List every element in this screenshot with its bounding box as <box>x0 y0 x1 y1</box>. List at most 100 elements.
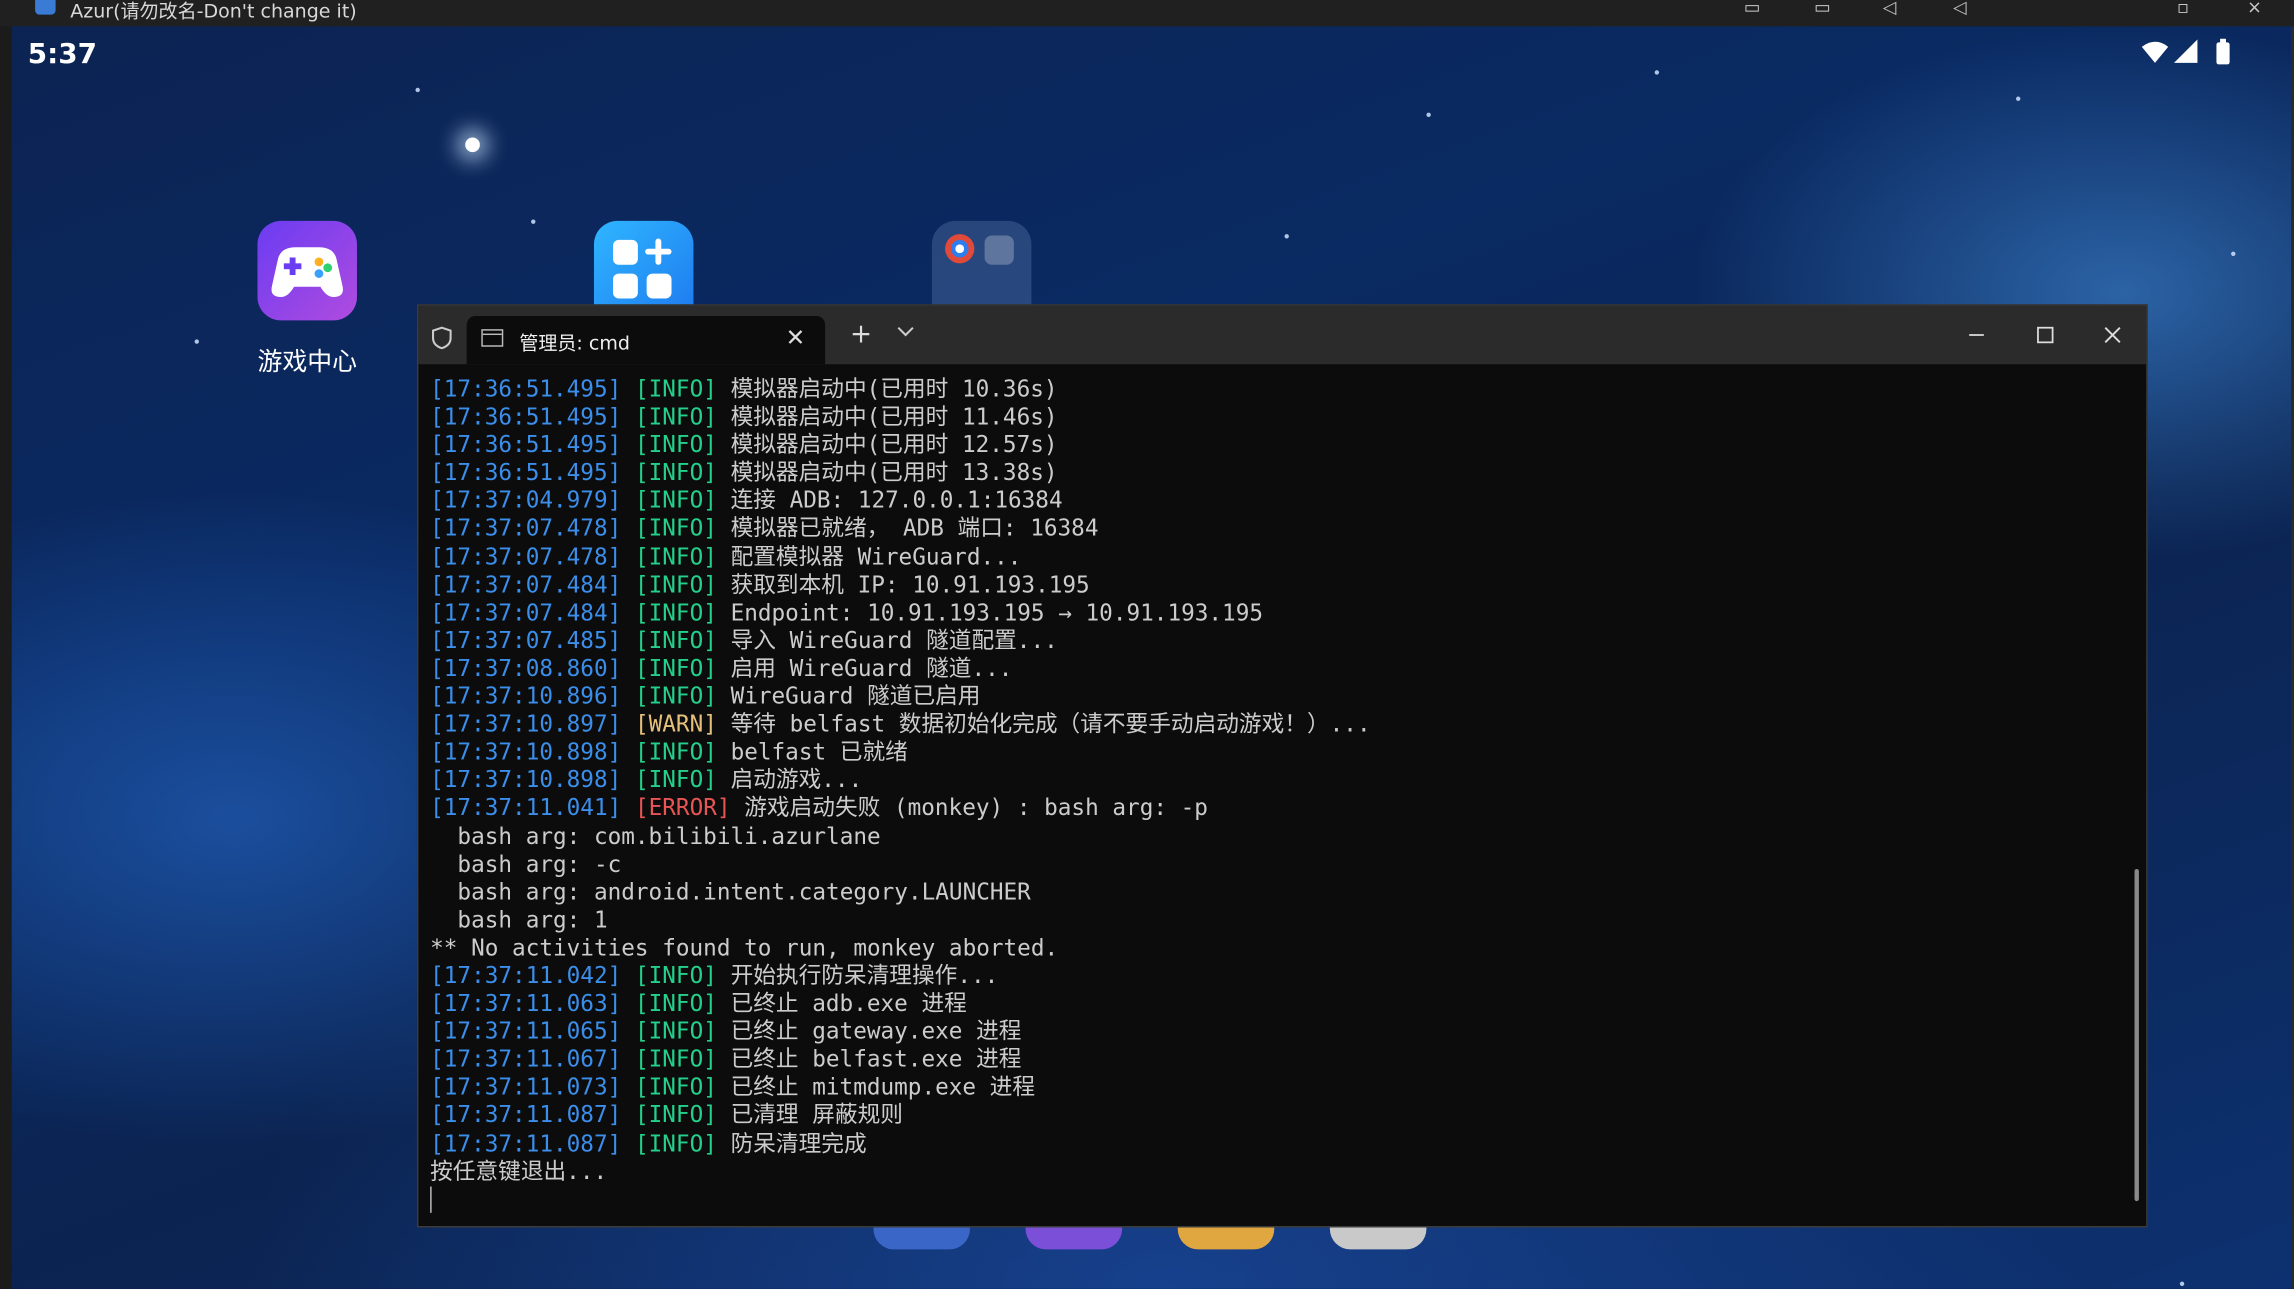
terminal-line: [17:37:10.896] [INFO] WireGuard 隧道已启用 <box>430 683 2126 711</box>
log-timestamp: [17:37:07.484] <box>430 571 622 598</box>
log-level-text: INFO <box>648 1102 704 1129</box>
star <box>194 339 199 344</box>
log-level: [INFO] <box>634 431 717 459</box>
log-level-text: INFO <box>648 683 704 710</box>
log-level: [INFO] <box>634 627 717 654</box>
keyboard-icon[interactable]: ▭ <box>1814 0 1831 16</box>
log-level: [INFO] <box>634 571 717 598</box>
terminal-line: [17:37:07.484] [INFO] 获取到本机 IP: 10.91.19… <box>430 572 2126 600</box>
log-level-text: INFO <box>648 459 704 487</box>
log-level-text: INFO <box>648 655 704 682</box>
log-timestamp: [17:37:11.087] <box>430 1102 622 1129</box>
log-timestamp: [17:37:07.485] <box>430 627 622 654</box>
log-message: 模拟器启动中(已用时 10.36s) <box>730 375 1058 403</box>
star <box>1284 234 1289 239</box>
terminal-line: [17:37:11.063] [INFO] 已终止 adb.exe 进程 <box>430 991 2126 1019</box>
signal-icon <box>2174 39 2198 63</box>
log-timestamp: [17:37:10.897] <box>430 711 622 738</box>
star <box>2016 96 2021 101</box>
maximize-button[interactable] <box>2023 317 2067 352</box>
log-timestamp: [17:37:11.087] <box>430 1130 622 1157</box>
log-message: 模拟器启动中(已用时 12.57s) <box>730 431 1058 459</box>
terminal-line: [17:37:10.898] [INFO] belfast 已就绪 <box>430 739 2126 767</box>
game-center-app-icon[interactable] <box>257 220 357 321</box>
log-timestamp: [17:36:51.495] <box>430 403 622 431</box>
log-level-text: INFO <box>648 515 704 542</box>
tab-close-icon[interactable]: ✕ <box>786 323 806 351</box>
log-message: 已清理 屏蔽规则 <box>730 1102 903 1129</box>
log-level-text: INFO <box>648 403 704 431</box>
log-level-text: INFO <box>648 739 704 766</box>
log-level-text: INFO <box>648 990 704 1017</box>
log-level: [INFO] <box>634 1130 717 1157</box>
log-timestamp: [17:36:51.495] <box>430 375 622 403</box>
log-timestamp: [17:36:51.495] <box>430 431 622 459</box>
log-level: [INFO] <box>634 1074 717 1101</box>
host-window-titlebar: Azur(请勿改名-Don't change it) ▭ ▭ ◁ ◁ ▫ × <box>0 0 2294 27</box>
tab-cmd[interactable]: 管理员: cmd ✕ <box>466 316 826 365</box>
star <box>1426 112 1431 118</box>
star <box>415 87 420 93</box>
host-maximize-icon[interactable]: ▫ <box>2177 0 2189 16</box>
terminal-line: bash arg: android.intent.category.LAUNCH… <box>430 879 2126 907</box>
folder-app-icon[interactable] <box>931 220 1032 306</box>
close-button[interactable] <box>2091 317 2135 352</box>
minimize-button[interactable] <box>1955 317 1999 352</box>
terminal-line: bash arg: 1 <box>430 907 2126 935</box>
chevron-down-icon[interactable] <box>897 326 915 338</box>
back-icon[interactable]: ◁ <box>1953 0 1967 16</box>
log-level: [INFO] <box>634 739 717 766</box>
log-message: 已终止 adb.exe 进程 <box>730 990 967 1017</box>
terminal-output[interactable]: [17:36:51.495] [INFO] 模拟器启动中(已用时 10.36s)… <box>430 376 2126 1217</box>
host-close-icon[interactable]: × <box>2247 0 2262 16</box>
terminal-line: bash arg: com.bilibili.azurlane <box>430 823 2126 851</box>
log-level-text: INFO <box>648 1018 704 1045</box>
log-timestamp: [17:37:08.860] <box>430 655 622 682</box>
left-window-edge <box>0 26 12 1289</box>
log-message: 获取到本机 IP: 10.91.193.195 <box>730 571 1090 598</box>
terminal-line: [17:37:08.860] [INFO] 启用 WireGuard 隧道... <box>430 655 2126 683</box>
host-window-title: Azur(请勿改名-Don't change it) <box>70 1 357 24</box>
terminal-line: [17:37:11.065] [INFO] 已终止 gateway.exe 进程 <box>430 1018 2126 1046</box>
terminal-line: ** No activities found to run, monkey ab… <box>430 935 2126 963</box>
log-level: [INFO] <box>634 543 717 570</box>
log-message: 防呆清理完成 <box>730 1130 867 1157</box>
log-level-text: INFO <box>648 962 704 989</box>
log-message: bash arg: -c <box>430 850 622 878</box>
log-message: 启动游戏... <box>730 767 863 794</box>
log-message: 模拟器启动中(已用时 13.38s) <box>730 459 1058 487</box>
terminal-line: [17:36:51.495] [INFO] 模拟器启动中(已用时 12.57s) <box>430 432 2126 460</box>
log-timestamp: [17:37:11.073] <box>430 1074 622 1101</box>
tab-title: 管理员: cmd <box>519 333 630 356</box>
log-timestamp: [17:37:11.042] <box>430 962 622 989</box>
terminal-line: bash arg: -c <box>430 851 2126 879</box>
terminal-scrollbar[interactable] <box>2134 869 2139 1202</box>
terminal-line: [17:37:07.485] [INFO] 导入 WireGuard 隧道配置.… <box>430 627 2126 655</box>
terminal-line: [17:37:11.042] [INFO] 开始执行防呆清理操作... <box>430 963 2126 991</box>
log-level-text: INFO <box>648 1130 704 1157</box>
volume-icon[interactable]: ◁ <box>1883 0 1897 16</box>
log-level-text: INFO <box>648 375 704 403</box>
log-message: 导入 WireGuard 隧道配置... <box>730 627 1058 654</box>
host-app-icon <box>35 0 56 15</box>
terminal-line: [17:36:51.495] [INFO] 模拟器启动中(已用时 11.46s) <box>430 404 2126 432</box>
terminal-line: [17:37:10.898] [INFO] 启动游戏... <box>430 767 2126 795</box>
gamepad-icon <box>271 247 343 297</box>
app-store-app-icon[interactable] <box>593 220 694 309</box>
text-cursor <box>430 1186 432 1213</box>
prompt-line[interactable] <box>430 1186 2126 1214</box>
log-message: 等待 belfast 数据初始化完成（请不要手动启动游戏！）... <box>730 711 1371 738</box>
screen-icon[interactable]: ▭ <box>1744 0 1761 16</box>
log-level: [ERROR] <box>634 795 731 822</box>
log-message: WireGuard 隧道已启用 <box>730 683 981 710</box>
log-message: 启用 WireGuard 隧道... <box>730 655 1013 682</box>
log-message: bash arg: 1 <box>430 906 608 934</box>
star <box>2179 1281 2185 1286</box>
log-level-text: INFO <box>648 767 704 794</box>
log-level: [WARN] <box>634 711 717 738</box>
new-tab-button[interactable]: + <box>850 321 872 348</box>
log-level-text: INFO <box>648 431 704 459</box>
log-level: [INFO] <box>634 655 717 682</box>
app-store-icon <box>612 238 672 299</box>
terminal-line: [17:36:51.495] [INFO] 模拟器启动中(已用时 13.38s) <box>430 460 2126 488</box>
